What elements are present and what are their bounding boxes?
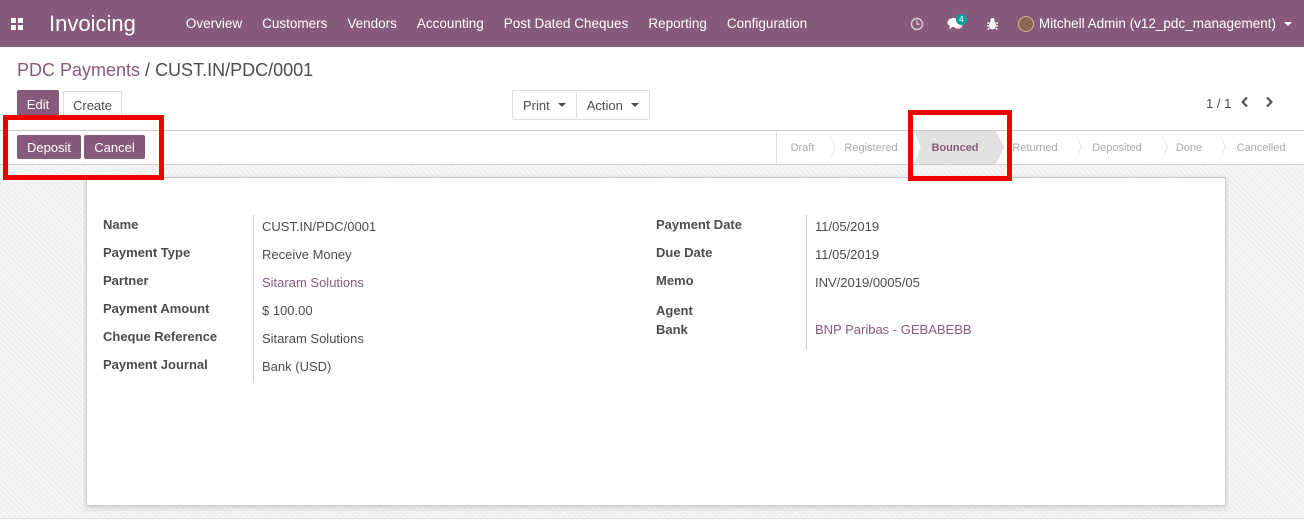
user-name: Mitchell Admin (v12_pdc_management) (1038, 16, 1276, 31)
print-dropdown[interactable]: Print (513, 91, 576, 119)
breadcrumb-current: CUST.IN/PDC/0001 (155, 60, 314, 80)
stage-deposited[interactable]: Deposited (1074, 131, 1168, 164)
due-date-value[interactable]: 11/05/2019 (815, 247, 879, 262)
sidebar-actions: Print Action (512, 90, 650, 120)
stage-registered[interactable]: Registered (828, 131, 922, 164)
menu-item-vendors[interactable]: Vendors (337, 16, 407, 31)
action-dropdown[interactable]: Action (575, 91, 649, 119)
app-title: Invoicing (49, 10, 136, 36)
avatar (1017, 15, 1034, 32)
cheque-reference-label: Cheque Reference (103, 329, 218, 344)
left-group-divider (253, 215, 254, 383)
cheque-reference-value[interactable]: Sitaram Solutions (262, 331, 364, 346)
form-sheet: Name CUST.IN/PDC/0001 Payment Type Recei… (86, 177, 1226, 506)
menu-item-configuration[interactable]: Configuration (717, 16, 817, 31)
menu-item-accounting[interactable]: Accounting (407, 16, 494, 31)
payment-date-label: Payment Date (656, 217, 742, 232)
chevron-down-icon (557, 103, 566, 107)
messages-badge: 4 (955, 14, 967, 25)
stage-cancelled[interactable]: Cancelled (1218, 131, 1304, 164)
footer-strip (0, 518, 1304, 530)
payment-type-value[interactable]: Receive Money (262, 247, 352, 262)
payment-journal-value[interactable]: Bank (USD) (262, 359, 331, 374)
top-navbar: Invoicing Overview Customers Vendors Acc… (0, 0, 1304, 47)
user-menu[interactable]: Mitchell Admin (v12_pdc_management) (1012, 15, 1304, 32)
stage-done[interactable]: Done (1160, 131, 1226, 164)
payment-date-value[interactable]: 11/05/2019 (815, 219, 879, 234)
payment-amount-label: Payment Amount (103, 301, 210, 316)
control-panel: PDC Payments / CUST.IN/PDC/0001 Edit Creat… (0, 47, 1304, 131)
menu-item-post-dated-cheques[interactable]: Post Dated Cheques (494, 16, 639, 31)
next-arrow-icon[interactable] (1259, 96, 1279, 111)
chevron-down-icon (1284, 21, 1292, 26)
due-date-label: Due Date (656, 245, 713, 260)
name-value[interactable]: CUST.IN/PDC/0001 (262, 219, 376, 234)
highlight-box-action-buttons (3, 115, 164, 180)
breadcrumb-parent-link[interactable]: PDC Payments (17, 60, 140, 80)
form-statusbar: Deposit Cancel Draft Registered Bounced … (0, 131, 1304, 165)
activity-clock-icon[interactable] (898, 0, 936, 47)
status-stages: Draft Registered Bounced Returned Deposi… (776, 131, 1304, 164)
pager-value[interactable]: 1 / 1 (1206, 96, 1231, 111)
payment-type-label: Payment Type (103, 245, 191, 260)
systray: 4 Mitchell Admin (v12_pdc_management) (898, 0, 1304, 47)
partner-link[interactable]: Sitaram Solutions (262, 275, 364, 290)
payment-journal-label: Payment Journal (103, 357, 208, 372)
memo-value[interactable]: INV/2019/0005/05 (815, 275, 920, 290)
agent-bank-link[interactable]: BNP Paribas - GEBABEBB (815, 322, 972, 337)
chevron-down-icon (630, 103, 639, 107)
previous-arrow-icon[interactable] (1235, 96, 1255, 111)
payment-amount-value[interactable]: $ 100.00 (262, 303, 313, 318)
messages-icon[interactable]: 4 (936, 0, 974, 47)
breadcrumb: PDC Payments / CUST.IN/PDC/0001 (17, 60, 313, 81)
name-label: Name (103, 217, 139, 232)
right-group-divider (806, 215, 807, 350)
print-label: Print (523, 97, 550, 113)
debug-bug-icon[interactable] (974, 0, 1012, 47)
main-menu: Overview Customers Vendors Accounting Po… (176, 0, 817, 47)
stage-draft[interactable]: Draft (777, 131, 836, 164)
pager: 1 / 1 (1206, 96, 1279, 111)
breadcrumb-separator: / (145, 60, 151, 80)
action-label: Action (586, 97, 623, 113)
menu-item-overview[interactable]: Overview (176, 16, 252, 31)
agent-bank-label: Agent Bank (656, 303, 693, 337)
menu-item-reporting[interactable]: Reporting (638, 16, 717, 31)
partner-label: Partner (103, 273, 149, 288)
memo-label: Memo (656, 273, 694, 288)
apps-menu-icon[interactable] (0, 0, 34, 47)
menu-item-customers[interactable]: Customers (252, 16, 337, 31)
highlight-box-bounced-stage (908, 110, 1012, 181)
